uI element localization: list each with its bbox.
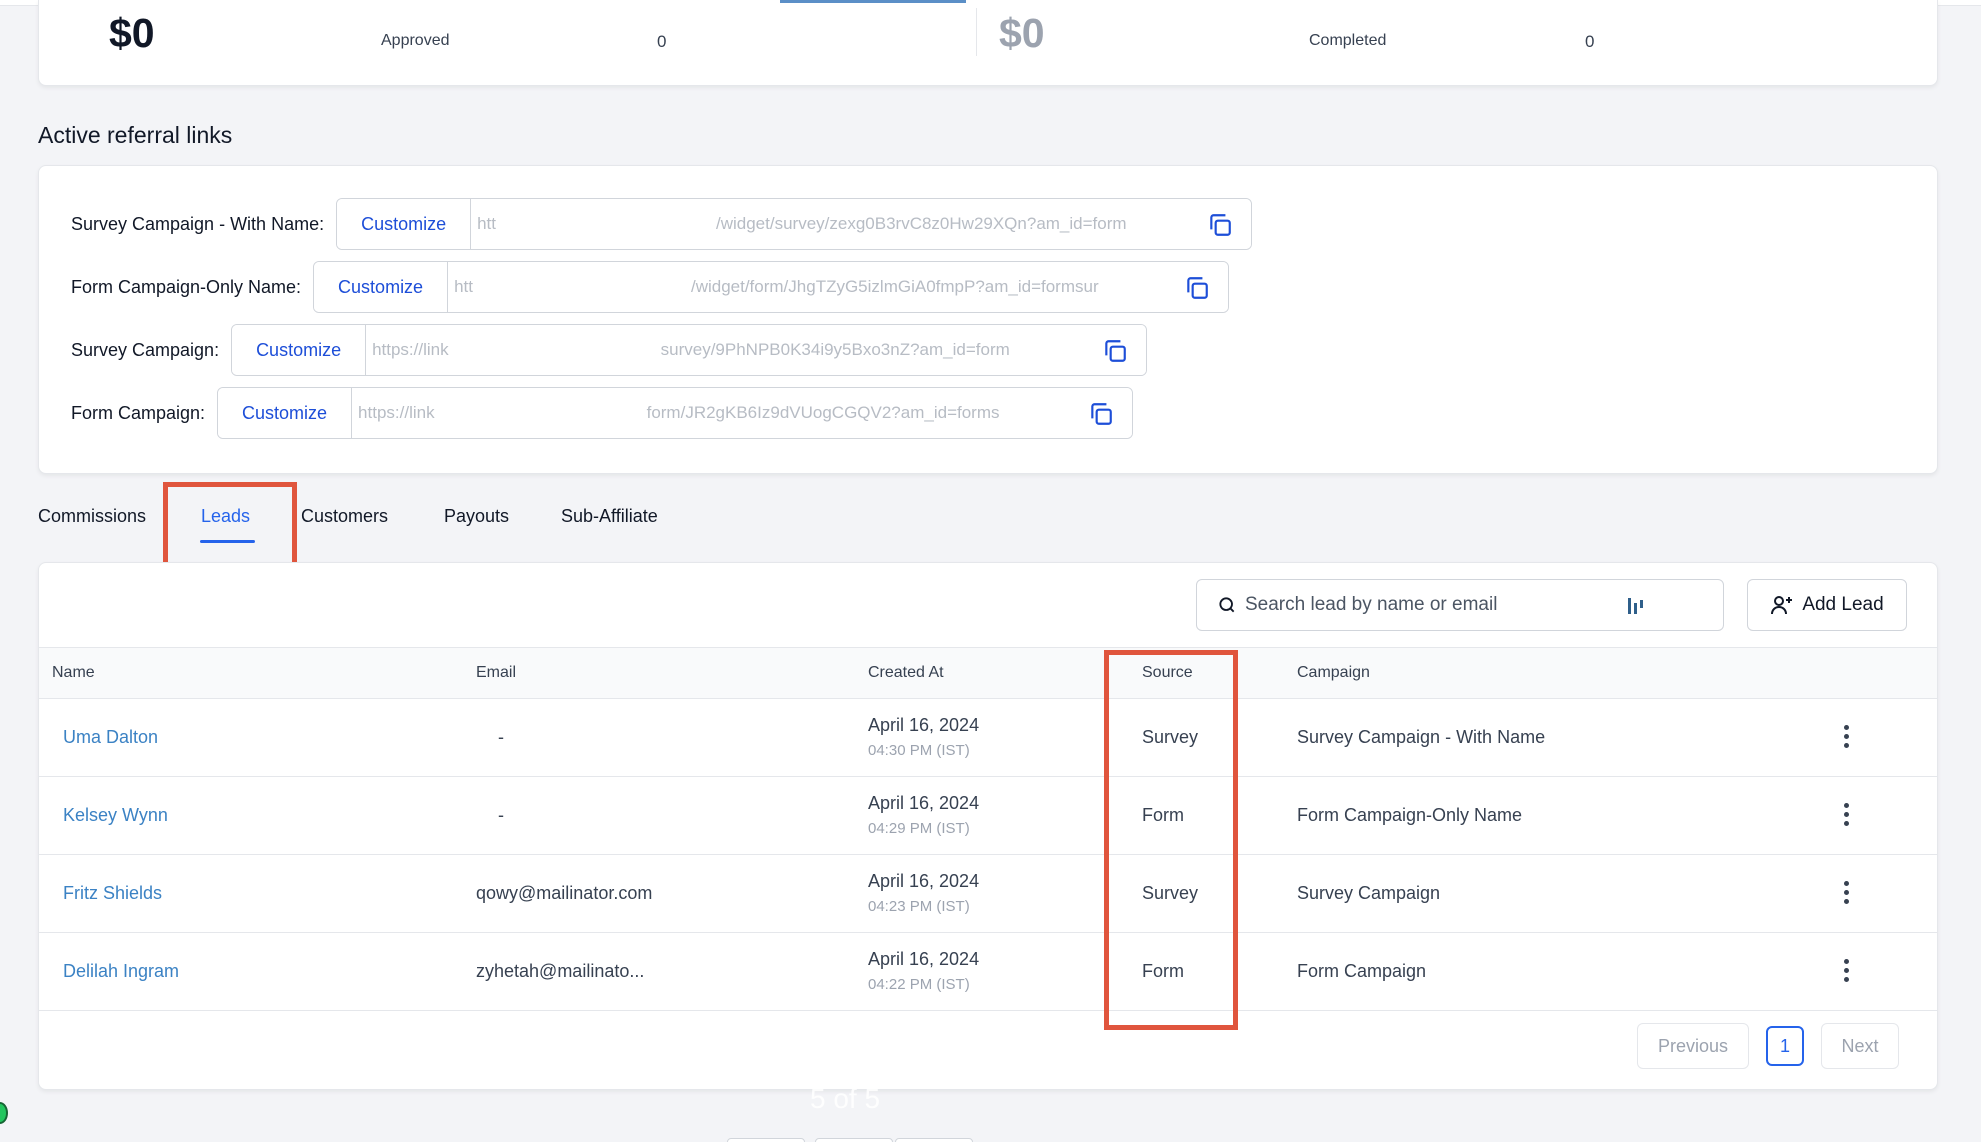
- lead-created-date: April 16, 2024: [868, 793, 980, 813]
- column-header: Email: [476, 664, 517, 681]
- bottom-thumb[interactable]: [895, 1138, 973, 1142]
- table-row: Uma Dalton - April 16, 2024 04:30 PM (IS…: [39, 699, 1937, 777]
- lead-name-link[interactable]: Fritz Shields: [63, 883, 162, 904]
- lead-campaign: Survey Campaign - With Name: [1297, 727, 1546, 747]
- column-header: Created At: [868, 664, 944, 681]
- referral-url[interactable]: htt /widget/form/JhgTZyG5izlmGiA0fmpP?am…: [448, 262, 1229, 312]
- referral-link-group: Customize https://link survey/9PhNPB0K34…: [231, 324, 1148, 376]
- column-header: Campaign: [1297, 664, 1370, 681]
- approved-amount: $0: [109, 10, 155, 56]
- filter-icon[interactable]: [1627, 596, 1645, 616]
- url-suffix: /widget/form/JhgTZyG5izlmGiA0fmpP?am_id=…: [690, 277, 1099, 296]
- copy-icon[interactable]: [1207, 212, 1233, 238]
- customize-button[interactable]: Customize: [314, 262, 449, 312]
- customize-button[interactable]: Customize: [218, 388, 353, 438]
- referral-link-label: Form Campaign:: [71, 402, 206, 423]
- row-menu-icon[interactable]: [1842, 803, 1850, 827]
- next-page-button[interactable]: Next: [1821, 1023, 1899, 1069]
- lead-created-date: April 16, 2024: [868, 715, 980, 735]
- row-menu-icon[interactable]: [1842, 959, 1850, 983]
- referral-link-group: Customize htt /widget/survey/zexg0B3rvC8…: [336, 198, 1253, 250]
- copy-icon[interactable]: [1088, 401, 1114, 427]
- lead-created-time: 04:22 PM (IST): [868, 976, 970, 993]
- customize-button[interactable]: Customize: [337, 199, 472, 249]
- completed-label: Completed: [1309, 32, 1387, 49]
- lead-created-time: 04:23 PM (IST): [868, 898, 970, 915]
- stats-divider: [976, 8, 977, 56]
- tab-commissions[interactable]: Commissions: [38, 506, 146, 527]
- referral-link-row: Survey Campaign - With Name: Customize h…: [71, 198, 1253, 250]
- leads-card: Add Lead Name Email Created At Source Ca…: [38, 562, 1938, 1090]
- leads-tab-highlight: [163, 482, 297, 567]
- lead-created-time: 04:30 PM (IST): [868, 742, 970, 759]
- table-row: Delilah Ingram zyhetah@mailinato... Apri…: [39, 933, 1937, 1011]
- copy-icon[interactable]: [1102, 338, 1128, 364]
- search-icon: [1219, 597, 1235, 613]
- copy-icon[interactable]: [1184, 275, 1210, 301]
- tab-payouts[interactable]: Payouts: [444, 506, 509, 527]
- referral-link-group: Customize https://link form/JR2gKB6Iz9dV…: [217, 387, 1134, 439]
- referral-links-card: Survey Campaign - With Name: Customize h…: [38, 165, 1938, 474]
- source-column-highlight: [1104, 650, 1238, 1030]
- customize-button[interactable]: Customize: [232, 325, 367, 375]
- url-prefix: htt: [454, 277, 473, 296]
- lead-email: -: [498, 805, 504, 825]
- search-box: [1196, 579, 1724, 631]
- tab-customers[interactable]: Customers: [301, 506, 388, 527]
- slide-counter: 5 of 5: [810, 1083, 881, 1114]
- table-row: Fritz Shields qowy@mailinator.com April …: [39, 855, 1937, 933]
- lead-campaign: Survey Campaign: [1297, 883, 1441, 903]
- referral-link-row: Form Campaign-Only Name: Customize htt /…: [71, 261, 1230, 313]
- referral-link-row: Form Campaign: Customize https://link fo…: [71, 387, 1134, 439]
- lead-email: qowy@mailinator.com: [476, 883, 653, 903]
- referral-section-title: Active referral links: [38, 122, 233, 148]
- lead-name-link[interactable]: Uma Dalton: [63, 727, 158, 748]
- add-user-icon: [1771, 596, 1793, 615]
- lead-name-link[interactable]: Delilah Ingram: [63, 961, 179, 982]
- add-lead-button[interactable]: Add Lead: [1747, 579, 1907, 631]
- bottom-thumb[interactable]: [815, 1138, 893, 1142]
- referral-link-row: Survey Campaign: Customize https://link …: [71, 324, 1148, 376]
- lead-name-link[interactable]: Kelsey Wynn: [63, 805, 168, 826]
- referral-link-label: Form Campaign-Only Name:: [71, 276, 302, 297]
- bottom-thumb[interactable]: [727, 1138, 805, 1142]
- lead-created-date: April 16, 2024: [868, 871, 980, 891]
- url-suffix: /widget/survey/zexg0B3rvC8z0Hw29XQn?am_i…: [716, 214, 1127, 233]
- url-prefix: https://link: [372, 340, 449, 359]
- previous-page-button[interactable]: Previous: [1637, 1023, 1749, 1069]
- stats-tab-indicator: [780, 0, 966, 3]
- lead-created-time: 04:29 PM (IST): [868, 820, 970, 837]
- column-header: Name: [52, 664, 95, 681]
- lead-campaign: Form Campaign: [1297, 961, 1427, 981]
- referral-url[interactable]: https://link form/JR2gKB6Iz9dVUogCGQV2?a…: [352, 388, 1133, 438]
- tab-sub-affiliate[interactable]: Sub-Affiliate: [561, 506, 658, 527]
- row-menu-icon[interactable]: [1842, 725, 1850, 749]
- lead-email: -: [498, 727, 504, 747]
- completed-count: 0: [1585, 32, 1595, 51]
- lead-created-date: April 16, 2024: [868, 949, 980, 969]
- status-dot: [0, 1102, 8, 1124]
- table-header: Name Email Created At Source Campaign: [39, 647, 1937, 699]
- row-menu-icon[interactable]: [1842, 881, 1850, 905]
- lead-email: zyhetah@mailinato...: [476, 961, 645, 981]
- completed-amount: $0: [999, 10, 1045, 56]
- referral-url[interactable]: https://link survey/9PhNPB0K34i9y5Bxo3nZ…: [366, 325, 1147, 375]
- stats-card: $0 Approved 0 $0 Completed 0: [38, 0, 1938, 86]
- url-suffix: survey/9PhNPB0K34i9y5Bxo3nZ?am_id=form: [660, 340, 1010, 359]
- table-row: Kelsey Wynn - April 16, 2024 04:29 PM (I…: [39, 777, 1937, 855]
- url-suffix: form/JR2gKB6Iz9dVUogCGQV2?am_id=forms: [646, 403, 1000, 422]
- lead-campaign: Form Campaign-Only Name: [1297, 805, 1523, 825]
- approved-label: Approved: [381, 32, 450, 49]
- page-number-button[interactable]: 1: [1766, 1026, 1804, 1066]
- url-prefix: htt: [477, 214, 496, 233]
- referral-link-label: Survey Campaign:: [71, 339, 220, 360]
- search-input[interactable]: [1245, 594, 1625, 616]
- url-prefix: https://link: [358, 403, 435, 422]
- referral-link-label: Survey Campaign - With Name:: [71, 213, 325, 234]
- referral-link-group: Customize htt /widget/form/JhgTZyG5izlmG…: [313, 261, 1230, 313]
- approved-count: 0: [657, 32, 667, 51]
- add-lead-label: Add Lead: [1802, 594, 1884, 615]
- referral-url[interactable]: htt /widget/survey/zexg0B3rvC8z0Hw29XQn?…: [471, 199, 1252, 249]
